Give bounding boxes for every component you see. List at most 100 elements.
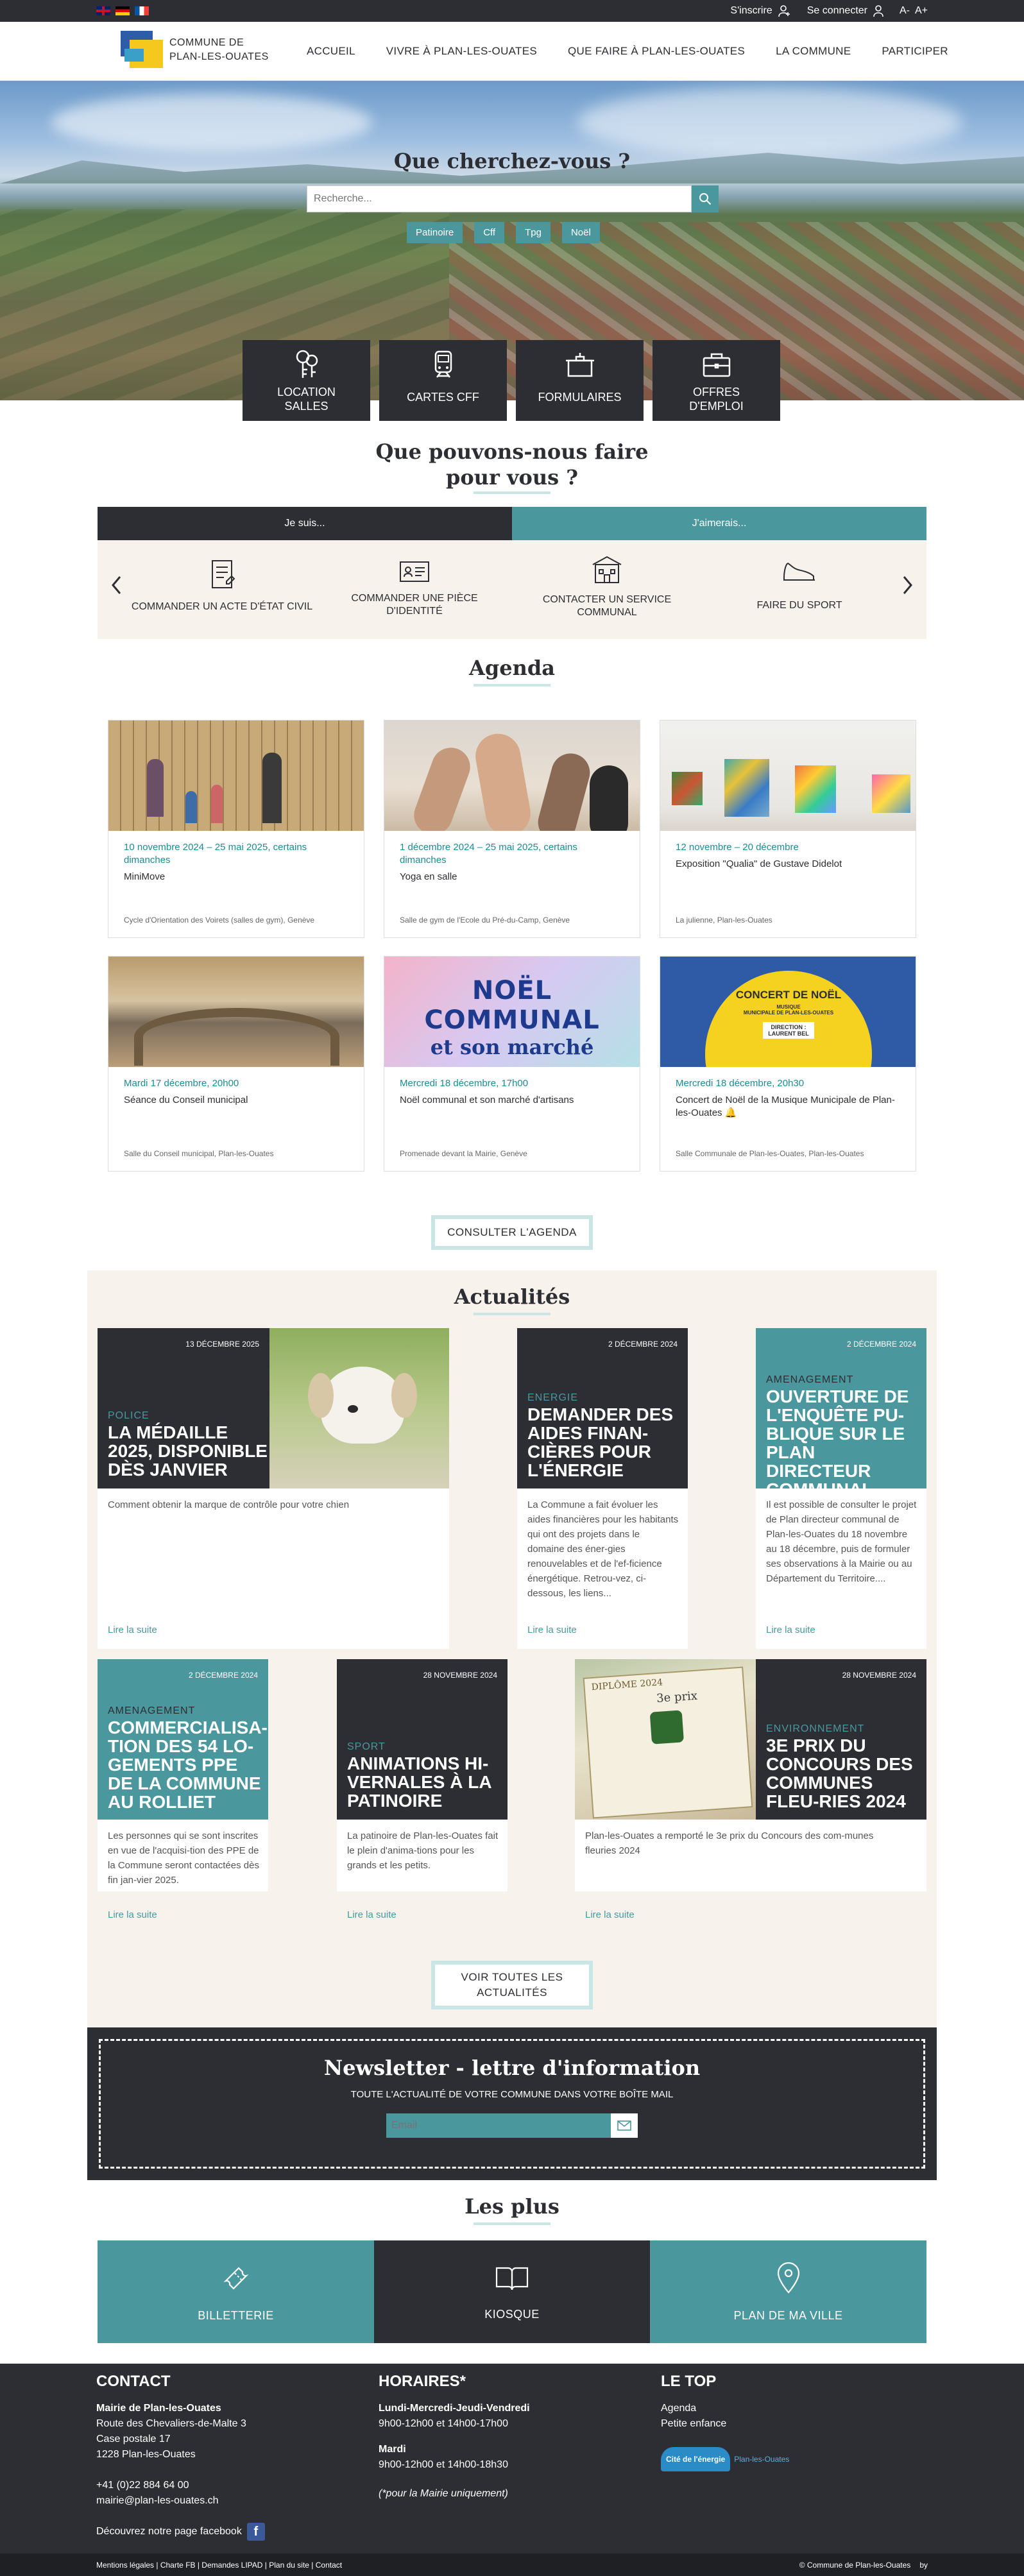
quick-link-location-salles[interactable]: LOCATION SALLES <box>243 340 370 421</box>
nav-la-commune[interactable]: LA COMMUNE <box>776 45 851 58</box>
agenda-title: Agenda <box>469 656 555 680</box>
footer-facebook-link[interactable]: Découvrez notre page facebook f <box>96 2523 366 2541</box>
tab-jaimerais[interactable]: J'aimerais... <box>512 507 926 540</box>
register-link[interactable]: S'inscrire <box>730 4 791 17</box>
les-plus-billetterie[interactable]: BILLETTERIE <box>98 2240 374 2343</box>
agenda-button[interactable]: CONSULTER L'AGENDA <box>431 1215 593 1250</box>
read-more-link[interactable]: Lire la suite <box>766 1625 815 1635</box>
flag-en-icon[interactable] <box>96 6 110 15</box>
news-category: AMENAGEMENT <box>108 1705 196 1716</box>
event-title: Concert de Noël de la Musique Municipale… <box>676 1095 895 1118</box>
main-nav: ACCUEIL VIVRE À PLAN-LES-OUATES QUE FAIR… <box>307 45 948 58</box>
poster-concert-line: LAURENT BEL <box>768 1030 809 1037</box>
event-card[interactable]: 1 décembre 2024 – 25 mai 2025, certains … <box>384 720 640 938</box>
news-card[interactable]: 28 NOVEMBRE 2024 SPORT ANIMATIONS HI-VER… <box>337 1659 508 1920</box>
news-card[interactable]: 2 DÉCEMBRE 2024 ENERGIE DEMANDER DES AID… <box>517 1328 688 1649</box>
service-item-etat-civil[interactable]: COMMANDER UN ACTE D'ÉTAT CIVIL <box>126 558 318 613</box>
document-icon <box>207 558 237 590</box>
event-image-concert: CONCERT DE NOËL MUSIQUE MUNICIPALE DE PL… <box>660 957 916 1067</box>
poster-noel-subtitle: et son marché <box>430 1035 594 1059</box>
footer-phone[interactable]: +41 (0)22 884 64 00 <box>96 2478 366 2493</box>
les-plus-plan-ville[interactable]: PLAN DE MA VILLE <box>650 2240 926 2343</box>
read-more-link[interactable]: Lire la suite <box>585 1909 635 1920</box>
read-more-link[interactable]: Lire la suite <box>527 1625 577 1635</box>
nav-accueil[interactable]: ACCUEIL <box>307 45 355 58</box>
newsletter-email-input[interactable] <box>386 2113 611 2138</box>
nav-vivre[interactable]: VIVRE À PLAN-LES-OUATES <box>386 45 537 58</box>
quick-link-offres-emploi[interactable]: OFFRES D'EMPLOI <box>653 340 780 421</box>
news-card[interactable]: DIPLÔME 2024 3e prix 28 NOVEMBRE 2024 EN… <box>575 1659 926 1920</box>
sneaker-icon <box>781 558 817 584</box>
carousel-next-button[interactable] <box>898 572 917 598</box>
hero-cloud <box>577 87 962 158</box>
news-excerpt: Comment obtenir la marque de contrôle po… <box>108 1499 350 1510</box>
service-item-service-communal[interactable]: CONTACTER UN SERVICE COMMUNAL <box>511 554 703 619</box>
service-item-sport[interactable]: FAIRE DU SPORT <box>703 558 896 611</box>
footer-link-petite-enfance[interactable]: Petite enfance <box>661 2416 917 2432</box>
quick-link-formulaires[interactable]: FORMULAIRES <box>516 340 644 421</box>
logo-line1: COMMUNE DE <box>169 37 244 48</box>
id-card-icon <box>398 558 431 584</box>
search-icon <box>699 192 712 205</box>
flag-de-icon[interactable] <box>115 6 130 15</box>
event-card[interactable]: 10 novembre 2024 – 25 mai 2025, certains… <box>108 720 364 938</box>
tag-noel[interactable]: Noël <box>561 222 600 243</box>
font-larger-button[interactable]: A+ <box>915 5 928 17</box>
tab-je-suis[interactable]: Je suis... <box>98 507 512 540</box>
nav-que-faire[interactable]: QUE FAIRE À PLAN-LES-OUATES <box>568 45 745 58</box>
event-place: Salle de gym de l'Ecole du Pré-du-Camp, … <box>400 916 570 925</box>
event-title: Noël communal et son marché d'artisans <box>400 1095 574 1105</box>
newsletter-submit-button[interactable] <box>611 2113 638 2138</box>
services-title-line1: Que pouvons-nous faire <box>375 439 649 464</box>
search-input[interactable] <box>307 185 692 212</box>
news-headline: COMMERCIALISA-TION DES 54 LO-GEMENTS PPE… <box>108 1718 268 1812</box>
tag-tpg[interactable]: Tpg <box>516 222 550 243</box>
event-date: 1 décembre 2024 – 25 mai 2025, certains … <box>400 842 577 866</box>
news-excerpt: Il est possible de consulter le projet d… <box>766 1499 917 1584</box>
quick-link-cartes-cff[interactable]: CARTES CFF <box>379 340 507 421</box>
nav-participer[interactable]: PARTICIPER <box>882 45 948 58</box>
event-date: 12 novembre – 20 décembre <box>676 842 799 853</box>
flag-fr-icon[interactable] <box>135 6 149 15</box>
credit[interactable]: by <box>919 2561 928 2570</box>
footer-hours-title: HORAIRES* <box>379 2373 466 2390</box>
poster-concert-title: CONCERT DE NOËL <box>735 989 842 1001</box>
event-title: Exposition "Qualia" de Gustave Didelot <box>676 858 842 869</box>
news-category: SPORT <box>347 1741 386 1752</box>
font-smaller-button[interactable]: A- <box>900 5 910 17</box>
news-card[interactable]: 2 DÉCEMBRE 2024 AMENAGEMENT OUVERTURE DE… <box>756 1328 926 1649</box>
bottom-links[interactable]: Mentions légales | Charte FB | Demandes … <box>96 2561 342 2570</box>
news-button[interactable]: VOIR TOUTES LES ACTUALITÉS <box>431 1961 593 2009</box>
services-tabs: Je suis... J'aimerais... <box>98 507 926 540</box>
footer-hours-time: 9h00-12h00 et 14h00-18h30 <box>379 2459 508 2470</box>
les-plus-kiosque[interactable]: KIOSQUE <box>374 2240 650 2343</box>
news-card[interactable]: 13 DÉCEMBRE 2025 POLICE LA MÉDAILLE 2025… <box>98 1328 449 1649</box>
carousel-prev-button[interactable] <box>107 572 126 598</box>
tag-cff[interactable]: Cff <box>474 222 505 243</box>
event-card[interactable]: CONCERT DE NOËL MUSIQUE MUNICIPALE DE PL… <box>660 956 916 1172</box>
footer-contact-name: Mairie de Plan-les-Ouates <box>96 2403 221 2414</box>
event-card[interactable]: 12 novembre – 20 décembre Exposition "Qu… <box>660 720 916 938</box>
news-card[interactable]: 2 DÉCEMBRE 2024 AMENAGEMENT COMMERCIALIS… <box>98 1659 268 1920</box>
tag-patinoire[interactable]: Patinoire <box>407 222 463 243</box>
footer: CONTACT Mairie de Plan-les-Ouates Route … <box>0 2364 1024 2554</box>
read-more-link[interactable]: Lire la suite <box>347 1909 397 1920</box>
event-card[interactable]: Mardi 17 décembre, 20h00 Séance du Conse… <box>108 956 364 1172</box>
footer-email[interactable]: mairie@plan-les-ouates.ch <box>96 2493 366 2509</box>
event-date: 10 novembre 2024 – 25 mai 2025, certains… <box>124 842 307 866</box>
building-icon <box>590 554 624 585</box>
service-item-piece-identite[interactable]: COMMANDER UNE PIÈCE D'IDENTITÉ <box>318 558 511 618</box>
read-more-link[interactable]: Lire la suite <box>108 1625 157 1635</box>
search-button[interactable] <box>692 185 719 212</box>
read-more-link[interactable]: Lire la suite <box>108 1909 157 1920</box>
login-link[interactable]: Se connecter <box>807 4 884 17</box>
news-title: Actualités <box>454 1284 570 1309</box>
services-title-line2: pour vous ? <box>445 465 579 490</box>
train-icon <box>427 348 460 381</box>
event-card[interactable]: NOËL COMMUNAL et son marché Mercredi 18 … <box>384 956 640 1172</box>
footer-top-title: LE TOP <box>661 2373 717 2390</box>
briefcase-icon <box>700 348 733 381</box>
cite-energie-logo[interactable]: Cité de l'énergie Plan-les-Ouates <box>661 2447 917 2471</box>
logo[interactable]: COMMUNE DE PLAN-LES-OUATES <box>121 31 269 69</box>
footer-link-agenda[interactable]: Agenda <box>661 2401 917 2416</box>
